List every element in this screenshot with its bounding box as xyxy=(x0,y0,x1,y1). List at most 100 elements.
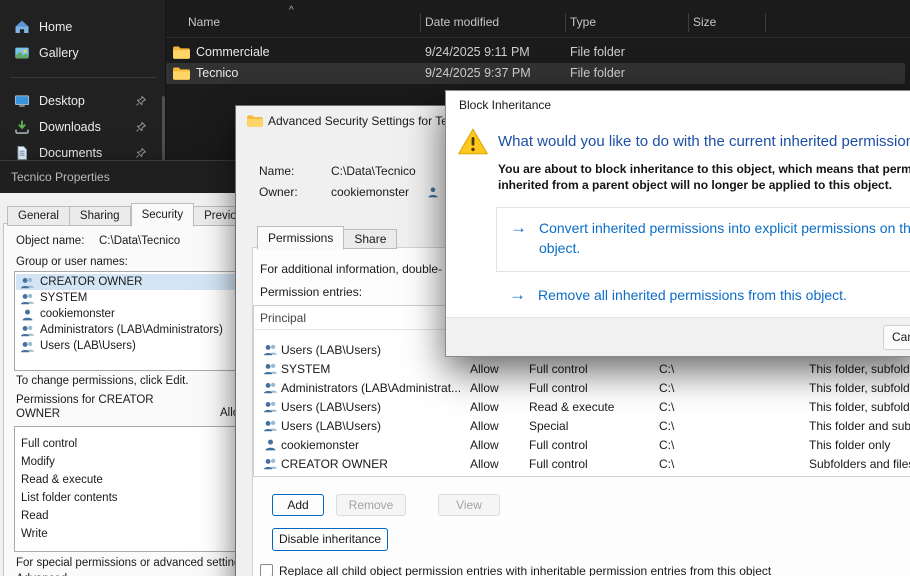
cell-access: Special xyxy=(529,419,568,433)
file-name: Tecnico xyxy=(196,66,238,80)
permission-item[interactable]: Read & execute xyxy=(21,471,103,489)
cell-access: Full control xyxy=(529,381,588,395)
cell-type: Allow xyxy=(470,381,499,395)
header-divider xyxy=(166,37,910,38)
sidebar-item-gallery[interactable]: Gallery xyxy=(6,40,156,66)
screen: Home Gallery Desktop Downloads Documents xyxy=(0,0,910,576)
sidebar-item-label: Documents xyxy=(39,146,102,160)
permission-entry-row[interactable]: CREATOR OWNER Allow Full control C:\ Sub… xyxy=(255,454,910,473)
sort-ascending-icon: ^ xyxy=(289,5,294,16)
group-icon xyxy=(20,324,35,337)
file-row-selected[interactable]: Tecnico 9/24/2025 9:37 PM File folder xyxy=(166,63,905,84)
sidebar-scrollbar[interactable] xyxy=(162,96,165,168)
cell-inherited-from: C:\ xyxy=(659,362,674,376)
main-instruction: What would you like to do with the curre… xyxy=(498,133,910,150)
cell-inherited-from: C:\ xyxy=(659,381,674,395)
group-icon xyxy=(20,292,35,305)
warning-icon xyxy=(457,127,489,156)
sidebar-item-downloads[interactable]: Downloads xyxy=(6,114,156,140)
column-header-principal[interactable]: Principal xyxy=(260,311,306,325)
dialog-title: Tecnico Properties xyxy=(11,170,110,184)
group-name: CREATOR OWNER xyxy=(40,276,142,288)
user-icon xyxy=(20,308,35,321)
tab-share[interactable]: Share xyxy=(344,229,397,249)
command-link-text: Convert inherited permissions into expli… xyxy=(539,220,910,256)
cell-type: Allow xyxy=(470,438,499,452)
permission-entry-row[interactable]: Users (LAB\Users) Allow Read & execute C… xyxy=(255,397,910,416)
column-header-type[interactable]: Type xyxy=(570,15,596,29)
column-header-name[interactable]: Name xyxy=(188,15,220,29)
sidebar-item-desktop[interactable]: Desktop xyxy=(6,88,156,114)
column-header-date-modified[interactable]: Date modified xyxy=(425,15,499,29)
column-resize-handle[interactable] xyxy=(765,13,766,32)
tab-general[interactable]: General xyxy=(7,206,70,226)
gallery-icon xyxy=(14,45,30,61)
owner-label: Owner: xyxy=(259,185,298,199)
group-name: Users (LAB\Users) xyxy=(40,340,136,352)
column-resize-handle[interactable] xyxy=(565,13,566,32)
command-link-text: Remove all inherited permissions from th… xyxy=(538,287,847,303)
replace-permissions-checkbox[interactable] xyxy=(260,564,273,576)
permission-entry-row[interactable]: Administrators (LAB\Administrat... Allow… xyxy=(255,378,910,397)
file-date-modified: 9/24/2025 9:37 PM xyxy=(425,66,531,80)
permission-entry-row[interactable]: Users (LAB\Users) Allow Special C:\ This… xyxy=(255,416,910,435)
permission-item[interactable]: Full control xyxy=(21,435,77,453)
permission-entries-label: Permission entries: xyxy=(260,285,362,299)
permission-item[interactable]: Write xyxy=(21,525,48,543)
cell-principal: cookiemonster xyxy=(281,438,359,452)
add-button[interactable]: Add xyxy=(272,494,324,516)
group-name: Administrators (LAB\Administrators) xyxy=(40,324,223,336)
permission-item[interactable]: Modify xyxy=(21,453,55,471)
cell-type: Allow xyxy=(470,362,499,376)
pin-icon xyxy=(135,147,147,159)
dialog-footer: Cancel xyxy=(446,317,910,356)
object-name-label: Object name: xyxy=(16,235,84,247)
tab-security[interactable]: Security xyxy=(131,203,195,227)
cell-principal: Users (LAB\Users) xyxy=(281,419,381,433)
column-resize-handle[interactable] xyxy=(688,13,689,32)
column-resize-handle[interactable] xyxy=(420,13,421,32)
group-icon xyxy=(20,276,35,289)
cell-access: Full control xyxy=(529,438,588,452)
tab-sharing[interactable]: Sharing xyxy=(70,206,131,226)
sidebar-item-label: Gallery xyxy=(39,46,79,60)
group-icon xyxy=(263,400,278,413)
remove-permissions-command-link[interactable]: → Remove all inherited permissions from … xyxy=(496,287,847,303)
desktop-icon xyxy=(14,93,30,109)
cell-principal: Users (LAB\Users) xyxy=(281,400,381,414)
folder-icon xyxy=(246,114,264,128)
cell-applies-to: This folder, subfolde... xyxy=(809,400,910,414)
tab-permissions[interactable]: Permissions xyxy=(257,226,344,250)
permission-entry-row[interactable]: cookiemonster Allow Full control C:\ Thi… xyxy=(255,435,910,454)
sidebar-item-label: Desktop xyxy=(39,94,85,108)
dialog-title: Advanced Security Settings for Te xyxy=(268,114,448,128)
permission-item[interactable]: Read xyxy=(21,507,49,525)
sidebar-item-home[interactable]: Home xyxy=(6,14,156,40)
pin-icon xyxy=(135,95,147,107)
cell-access: Read & execute xyxy=(529,400,614,414)
cell-inherited-from: C:\ xyxy=(659,457,674,471)
info-note: For additional information, double- xyxy=(260,262,442,276)
group-name: SYSTEM xyxy=(40,292,87,304)
permission-item[interactable]: List folder contents xyxy=(21,489,118,507)
file-type: File folder xyxy=(570,45,625,59)
cell-access: Full control xyxy=(529,362,588,376)
file-row[interactable]: Commerciale 9/24/2025 9:11 PM File folde… xyxy=(166,42,905,63)
permission-entry-row[interactable]: SYSTEM Allow Full control C:\ This folde… xyxy=(255,359,910,378)
group-icon xyxy=(263,381,278,394)
pin-icon xyxy=(135,121,147,133)
edit-note: To change permissions, click Edit. xyxy=(16,375,189,387)
downloads-icon xyxy=(14,119,30,135)
replace-permissions-label: Replace all child object permission entr… xyxy=(279,564,771,576)
cell-type: Allow xyxy=(470,419,499,433)
cell-applies-to: This folder and subf... xyxy=(809,419,910,433)
cell-principal: CREATOR OWNER xyxy=(281,457,388,471)
cancel-button[interactable]: Cancel xyxy=(883,325,910,350)
disable-inheritance-button[interactable]: Disable inheritance xyxy=(272,528,388,551)
folder-icon xyxy=(172,45,191,60)
view-button[interactable]: View xyxy=(438,494,500,516)
column-header-size[interactable]: Size xyxy=(693,15,716,29)
convert-permissions-command-link[interactable]: → Convert inherited permissions into exp… xyxy=(496,207,910,272)
remove-button[interactable]: Remove xyxy=(336,494,406,516)
object-name-value: C:\Data\Tecnico xyxy=(99,235,180,247)
